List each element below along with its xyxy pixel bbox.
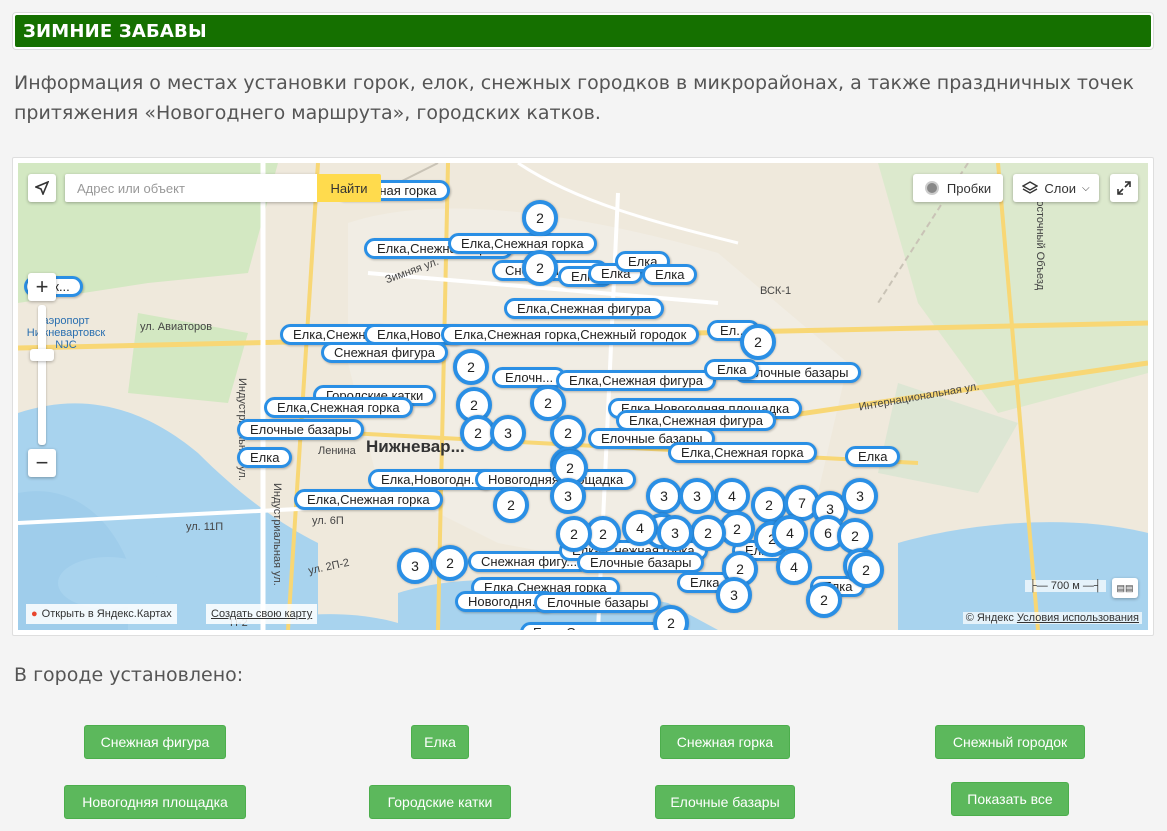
map-cluster-marker[interactable]: 4 bbox=[772, 515, 808, 551]
filter-tree-button[interactable]: Елка bbox=[411, 725, 469, 759]
map-cluster-marker[interactable]: 2 bbox=[522, 200, 558, 236]
minus-icon: − bbox=[35, 450, 49, 475]
map-cluster-marker[interactable]: 2 bbox=[556, 516, 592, 552]
map-cluster-marker[interactable]: 4 bbox=[714, 478, 750, 514]
layers-button-label: Слои bbox=[1044, 180, 1077, 196]
map-marker-label[interactable]: Елочные базары bbox=[237, 419, 365, 440]
location-arrow-icon bbox=[35, 181, 49, 195]
summary-heading: В городе установлено: bbox=[14, 664, 244, 686]
map-cluster-marker[interactable]: 2 bbox=[806, 582, 842, 618]
map-marker-label[interactable]: Снежная фигура bbox=[321, 342, 448, 363]
map-marker-label[interactable]: Елка,Снежная фигура bbox=[556, 370, 716, 391]
terms-link[interactable]: Условия использования bbox=[1017, 612, 1139, 624]
search-input[interactable]: Адрес или объект bbox=[65, 174, 317, 202]
map-marker-label[interactable]: Елочные базары bbox=[577, 552, 705, 573]
intro-text: Информация о местах установки горок, ело… bbox=[14, 72, 1134, 124]
open-in-yandex-label: Открыть в Яндекс.Картах bbox=[41, 608, 172, 620]
street-label: ул. 11П bbox=[186, 521, 224, 533]
map-cluster-marker[interactable]: 3 bbox=[679, 478, 715, 514]
title-bar: ЗИМНИЕ ЗАБАВЫ bbox=[12, 12, 1154, 50]
create-map-link[interactable]: Создать свою карту bbox=[206, 604, 318, 624]
filter-tree-markets-button[interactable]: Елочные базары bbox=[655, 785, 795, 819]
ruler-icon: ▤▤ bbox=[1116, 582, 1134, 593]
copyright: © Яндекс Условия использования bbox=[962, 612, 1142, 624]
map-cluster-marker[interactable]: 3 bbox=[646, 478, 682, 514]
map-cluster-marker[interactable]: 2 bbox=[453, 349, 489, 385]
map-marker-label[interactable]: Елка bbox=[704, 359, 760, 380]
open-in-yandex-link[interactable]: ● Открыть в Яндекс.Картах bbox=[26, 604, 177, 624]
map-cluster-marker[interactable]: 2 bbox=[522, 250, 558, 286]
street-label: Индустриальная ул. bbox=[271, 483, 283, 586]
map-cluster-marker[interactable]: 2 bbox=[690, 515, 726, 551]
place-label: ВСК-1 bbox=[760, 285, 792, 297]
map-cluster-marker[interactable]: 2 bbox=[740, 324, 776, 360]
map-cluster-marker[interactable]: 3 bbox=[657, 515, 693, 551]
traffic-button-label: Пробки bbox=[946, 180, 992, 196]
street-label: ул. Авиаторов bbox=[140, 321, 213, 333]
city-label: Нижневар... bbox=[366, 437, 465, 456]
scale-label: ├— 700 м —┤ bbox=[1025, 580, 1106, 592]
filter-new-year-square-button[interactable]: Новогодняя площадка bbox=[64, 785, 246, 819]
filter-snow-slide-button[interactable]: Снежная горка bbox=[660, 725, 790, 759]
zoom-out-button[interactable]: − bbox=[28, 449, 56, 477]
airport-label: аэропорт Нижневартовск NJC bbox=[26, 315, 106, 351]
page-title: ЗИМНИЕ ЗАБАВЫ bbox=[23, 20, 207, 42]
map-cluster-marker[interactable]: 4 bbox=[622, 510, 658, 546]
map-marker-label[interactable]: Елка,Снежная горка,Снежный городок bbox=[441, 324, 700, 345]
zoom-slider[interactable] bbox=[38, 305, 46, 445]
chevron-down-icon: ⌵ bbox=[1082, 182, 1090, 194]
map-cluster-marker[interactable]: 3 bbox=[842, 478, 878, 514]
map-cluster-marker[interactable]: 2 bbox=[848, 552, 884, 588]
fullscreen-button[interactable] bbox=[1110, 174, 1138, 202]
traffic-button[interactable]: Пробки bbox=[913, 174, 1003, 202]
filter-snow-town-button[interactable]: Снежный городок bbox=[935, 725, 1085, 759]
map-marker-label[interactable]: Елка,Снежная горка bbox=[668, 442, 817, 463]
show-all-button[interactable]: Показать все bbox=[951, 782, 1069, 816]
map-frame: ул. Авиаторов Зимняя ул. Индустриальная … bbox=[12, 157, 1154, 636]
geolocation-button[interactable] bbox=[28, 174, 56, 202]
map-cluster-marker[interactable]: 3 bbox=[397, 548, 433, 584]
map-cluster-marker[interactable]: 4 bbox=[776, 549, 812, 585]
map-cluster-marker[interactable]: 2 bbox=[493, 487, 529, 523]
street-label: Ленина bbox=[318, 445, 356, 457]
ruler-button[interactable]: ▤▤ bbox=[1112, 578, 1138, 598]
map-marker-label[interactable]: Елка bbox=[845, 446, 901, 467]
map[interactable]: ул. Авиаторов Зимняя ул. Индустриальная … bbox=[18, 163, 1148, 630]
map-marker-label[interactable]: Елочн... bbox=[492, 367, 567, 388]
map-cluster-marker[interactable]: 3 bbox=[716, 577, 752, 613]
map-cluster-marker[interactable]: 2 bbox=[432, 545, 468, 581]
plus-icon: + bbox=[35, 274, 49, 299]
zoom-in-button[interactable]: + bbox=[28, 273, 56, 301]
map-cluster-marker[interactable]: 3 bbox=[550, 478, 586, 514]
layers-icon bbox=[1022, 181, 1039, 194]
map-marker-label[interactable]: Елка,Снежная фигура bbox=[504, 298, 664, 319]
traffic-icon bbox=[924, 181, 939, 195]
map-marker-label[interactable]: Елка,Снежная горка bbox=[520, 622, 669, 630]
filter-city-rinks-button[interactable]: Городские катки bbox=[369, 785, 511, 819]
page: ЗИМНИЕ ЗАБАВЫ Информация о местах устано… bbox=[0, 0, 1167, 831]
map-cluster-marker[interactable]: 3 bbox=[490, 415, 526, 451]
map-marker-label[interactable]: Елочные базары bbox=[534, 592, 662, 613]
search-button[interactable]: Найти bbox=[317, 174, 381, 202]
street-label: Восточный Объезд bbox=[1034, 193, 1046, 291]
map-marker-label[interactable]: Елка,Снежная горка bbox=[294, 489, 443, 510]
zoom-slider-handle[interactable] bbox=[30, 349, 54, 361]
expand-icon bbox=[1117, 181, 1131, 195]
layers-button[interactable]: Слои ⌵ bbox=[1013, 174, 1099, 202]
map-marker-label[interactable]: Елка,Снежная горка bbox=[264, 397, 413, 418]
pin-icon: ● bbox=[31, 608, 38, 620]
map-marker-label[interactable]: Елка bbox=[237, 447, 293, 468]
map-marker-label[interactable]: Елка bbox=[642, 264, 698, 285]
map-marker-label[interactable]: Елка,Снежная горка bbox=[448, 233, 597, 254]
street-label: ул. 6П bbox=[312, 515, 344, 527]
filter-snow-figure-button[interactable]: Снежная фигура bbox=[84, 725, 226, 759]
map-cluster-marker[interactable]: 2 bbox=[550, 415, 586, 451]
